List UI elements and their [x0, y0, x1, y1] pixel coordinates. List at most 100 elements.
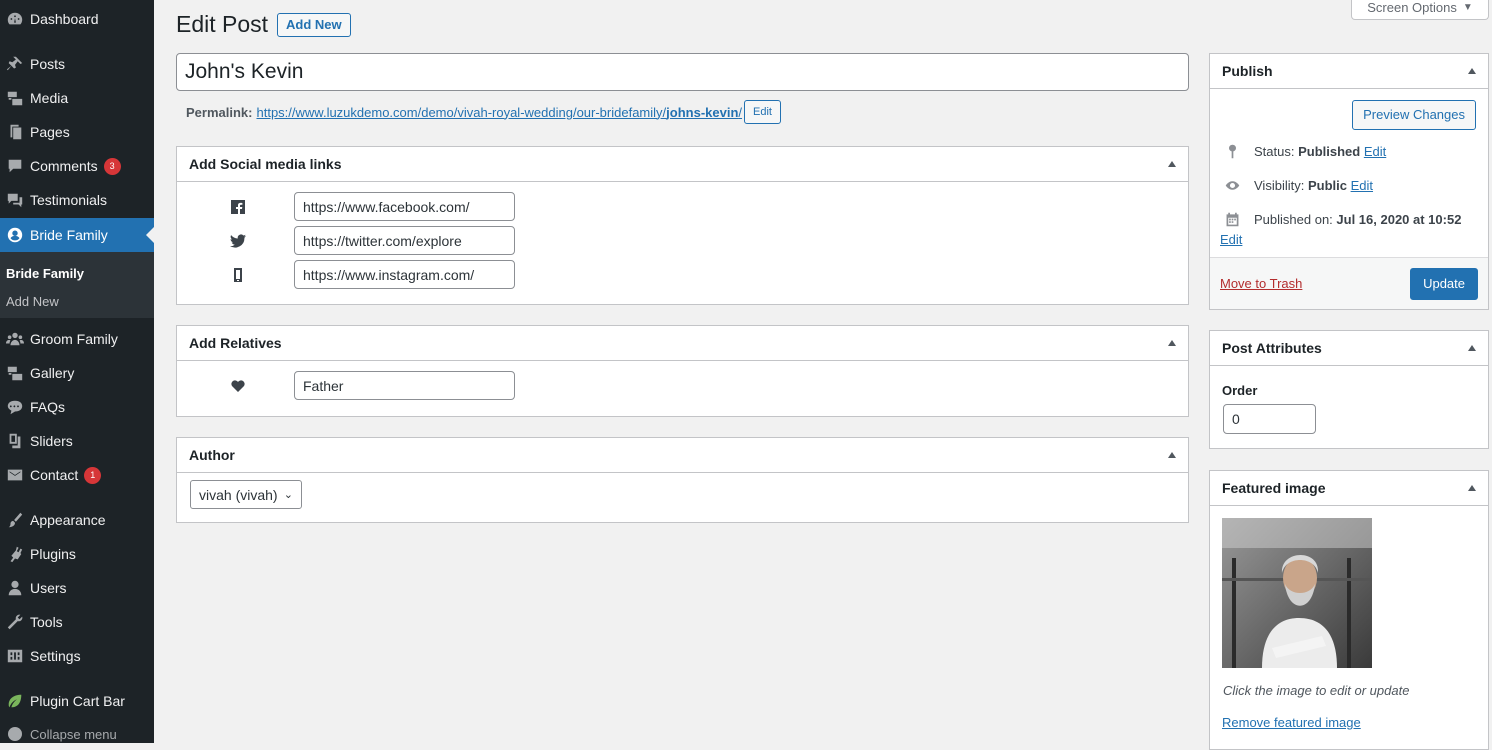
edit-visibility-link[interactable]: Edit	[1351, 178, 1373, 193]
sidebar-item-comments[interactable]: Comments 3	[0, 149, 154, 183]
social-field-row	[177, 226, 577, 256]
published-on-value: Jul 16, 2020 at 10:52	[1336, 212, 1462, 227]
collapse-toggle-icon[interactable]	[1168, 161, 1176, 167]
collapse-icon	[0, 727, 30, 741]
sidebar-item-appearance[interactable]: Appearance	[0, 503, 154, 537]
author-box: Author vivah (vivah) ⌄	[176, 437, 1189, 523]
postbox-header: Add Relatives	[177, 326, 1188, 361]
collapse-menu-button[interactable]: Collapse menu	[0, 722, 154, 746]
sidebar-item-label: Plugin Cart Bar	[30, 693, 125, 709]
sidebar-item-label: FAQs	[30, 399, 66, 415]
users-icon	[0, 579, 30, 597]
relative-input[interactable]	[294, 371, 515, 400]
page-title: Edit Post	[176, 11, 269, 37]
move-to-trash-link[interactable]: Move to Trash	[1220, 276, 1302, 291]
preview-changes-button[interactable]: Preview Changes	[1352, 100, 1476, 130]
media-icon	[0, 89, 30, 107]
facebook-url-input[interactable]	[294, 192, 515, 221]
sidebar-item-media[interactable]: Media	[0, 81, 154, 115]
dashboard-icon	[0, 10, 30, 28]
sidebar-item-label: Users	[30, 580, 67, 596]
chevron-down-icon: ⌄	[283, 489, 293, 501]
wrench-icon	[0, 613, 30, 631]
sidebar-item-label: Comments	[30, 158, 98, 174]
postbox-header: Author	[177, 438, 1188, 473]
sidebar-item-label: Plugins	[30, 546, 76, 562]
sidebar-item-posts[interactable]: Posts	[0, 47, 154, 81]
permalink-trailing: /	[738, 104, 743, 120]
social-links-box: Add Social media links	[176, 146, 1189, 305]
permalink-label: Permalink:	[186, 104, 253, 120]
sidebar-item-label: Dashboard	[30, 11, 99, 27]
twitter-icon	[229, 232, 247, 250]
sidebar-item-dashboard[interactable]: Dashboard	[0, 2, 154, 36]
postbox-header: Add Social media links	[177, 147, 1188, 182]
permalink-link[interactable]: https://www.luzukdemo.com/demo/vivah-roy…	[256, 105, 742, 120]
sidebar-item-users[interactable]: Users	[0, 571, 154, 605]
sidebar-item-tools[interactable]: Tools	[0, 605, 154, 639]
sidebar-item-bride-family[interactable]: Bride Family	[0, 218, 154, 252]
relative-field-row	[177, 371, 577, 401]
sidebar-item-testimonials[interactable]: Testimonials	[0, 183, 154, 217]
eye-icon	[1220, 177, 1244, 194]
featured-image-box: Featured image Click the image to edit o…	[1209, 470, 1489, 750]
order-input[interactable]	[1223, 404, 1316, 434]
visibility-label: Visibility:	[1254, 178, 1305, 193]
twitter-url-input[interactable]	[294, 226, 515, 255]
sidebar-item-pages[interactable]: Pages	[0, 115, 154, 149]
pages-icon	[0, 123, 30, 141]
collapse-toggle-icon[interactable]	[1468, 345, 1476, 351]
sidebar-item-contact[interactable]: Contact 1	[0, 458, 154, 492]
collapse-menu-label: Collapse menu	[30, 726, 117, 742]
order-label: Order	[1222, 383, 1258, 398]
collapse-toggle-icon[interactable]	[1468, 485, 1476, 491]
sidebar-item-label: Bride Family	[30, 227, 108, 243]
leaf-icon	[0, 692, 30, 710]
edit-status-link[interactable]: Edit	[1364, 144, 1386, 159]
sidebar-item-gallery[interactable]: Gallery	[0, 356, 154, 390]
email-icon	[0, 466, 30, 484]
comments-count-badge: 3	[103, 157, 121, 175]
sidebar-item-groom-family[interactable]: Groom Family	[0, 322, 154, 356]
edit-date-link[interactable]: Edit	[1220, 232, 1242, 247]
facebook-icon	[229, 198, 247, 216]
bride-icon	[0, 226, 30, 244]
plugin-icon	[0, 545, 30, 563]
status-row: Status: Published Edit	[1220, 143, 1386, 160]
postbox-title: Add Social media links	[189, 156, 342, 172]
instagram-url-input[interactable]	[294, 260, 515, 289]
visibility-value: Public	[1307, 178, 1347, 193]
sidebar-item-plugins[interactable]: Plugins	[0, 537, 154, 571]
sidebar-item-faqs[interactable]: FAQs	[0, 390, 154, 424]
collapse-toggle-icon[interactable]	[1168, 340, 1176, 346]
featured-image-thumbnail[interactable]	[1222, 518, 1372, 668]
sidebar-item-label: Media	[30, 90, 69, 106]
status-label: Status:	[1254, 144, 1295, 159]
groups-icon	[0, 330, 30, 348]
add-new-button[interactable]: Add New	[277, 13, 351, 37]
faq-icon	[0, 398, 30, 416]
status-value: Published	[1298, 144, 1361, 159]
update-button[interactable]: Update	[1410, 268, 1478, 300]
pin-icon	[0, 55, 30, 73]
remove-featured-image-link[interactable]: Remove featured image	[1222, 715, 1361, 730]
author-select[interactable]: vivah (vivah) ⌄	[190, 480, 302, 509]
permalink-edit-button[interactable]: Edit	[744, 100, 781, 124]
sidebar-item-label: Gallery	[30, 365, 75, 381]
publish-actions: Move to Trash Update	[1210, 257, 1488, 309]
social-field-row	[177, 192, 577, 222]
submenu-item-bride-family[interactable]: Bride Family	[6, 266, 84, 281]
submenu-item-add-new[interactable]: Add New	[6, 294, 59, 309]
publish-box: Publish Preview Changes Status: Publishe…	[1209, 53, 1489, 310]
mobile-icon	[229, 266, 247, 284]
post-title-input[interactable]	[176, 53, 1189, 91]
collapse-toggle-icon[interactable]	[1468, 68, 1476, 74]
sidebar-item-settings[interactable]: Settings	[0, 639, 154, 673]
postbox-title: Post Attributes	[1222, 340, 1322, 356]
collapse-toggle-icon[interactable]	[1168, 452, 1176, 458]
sidebar-item-sliders[interactable]: Sliders	[0, 424, 154, 458]
sidebar-item-plugin-cart-bar[interactable]: Plugin Cart Bar	[0, 684, 154, 718]
sidebar-item-label: Tools	[30, 614, 63, 630]
screen-options-button[interactable]: Screen Options ▼	[1351, 0, 1489, 20]
calendar-icon	[1220, 211, 1244, 228]
